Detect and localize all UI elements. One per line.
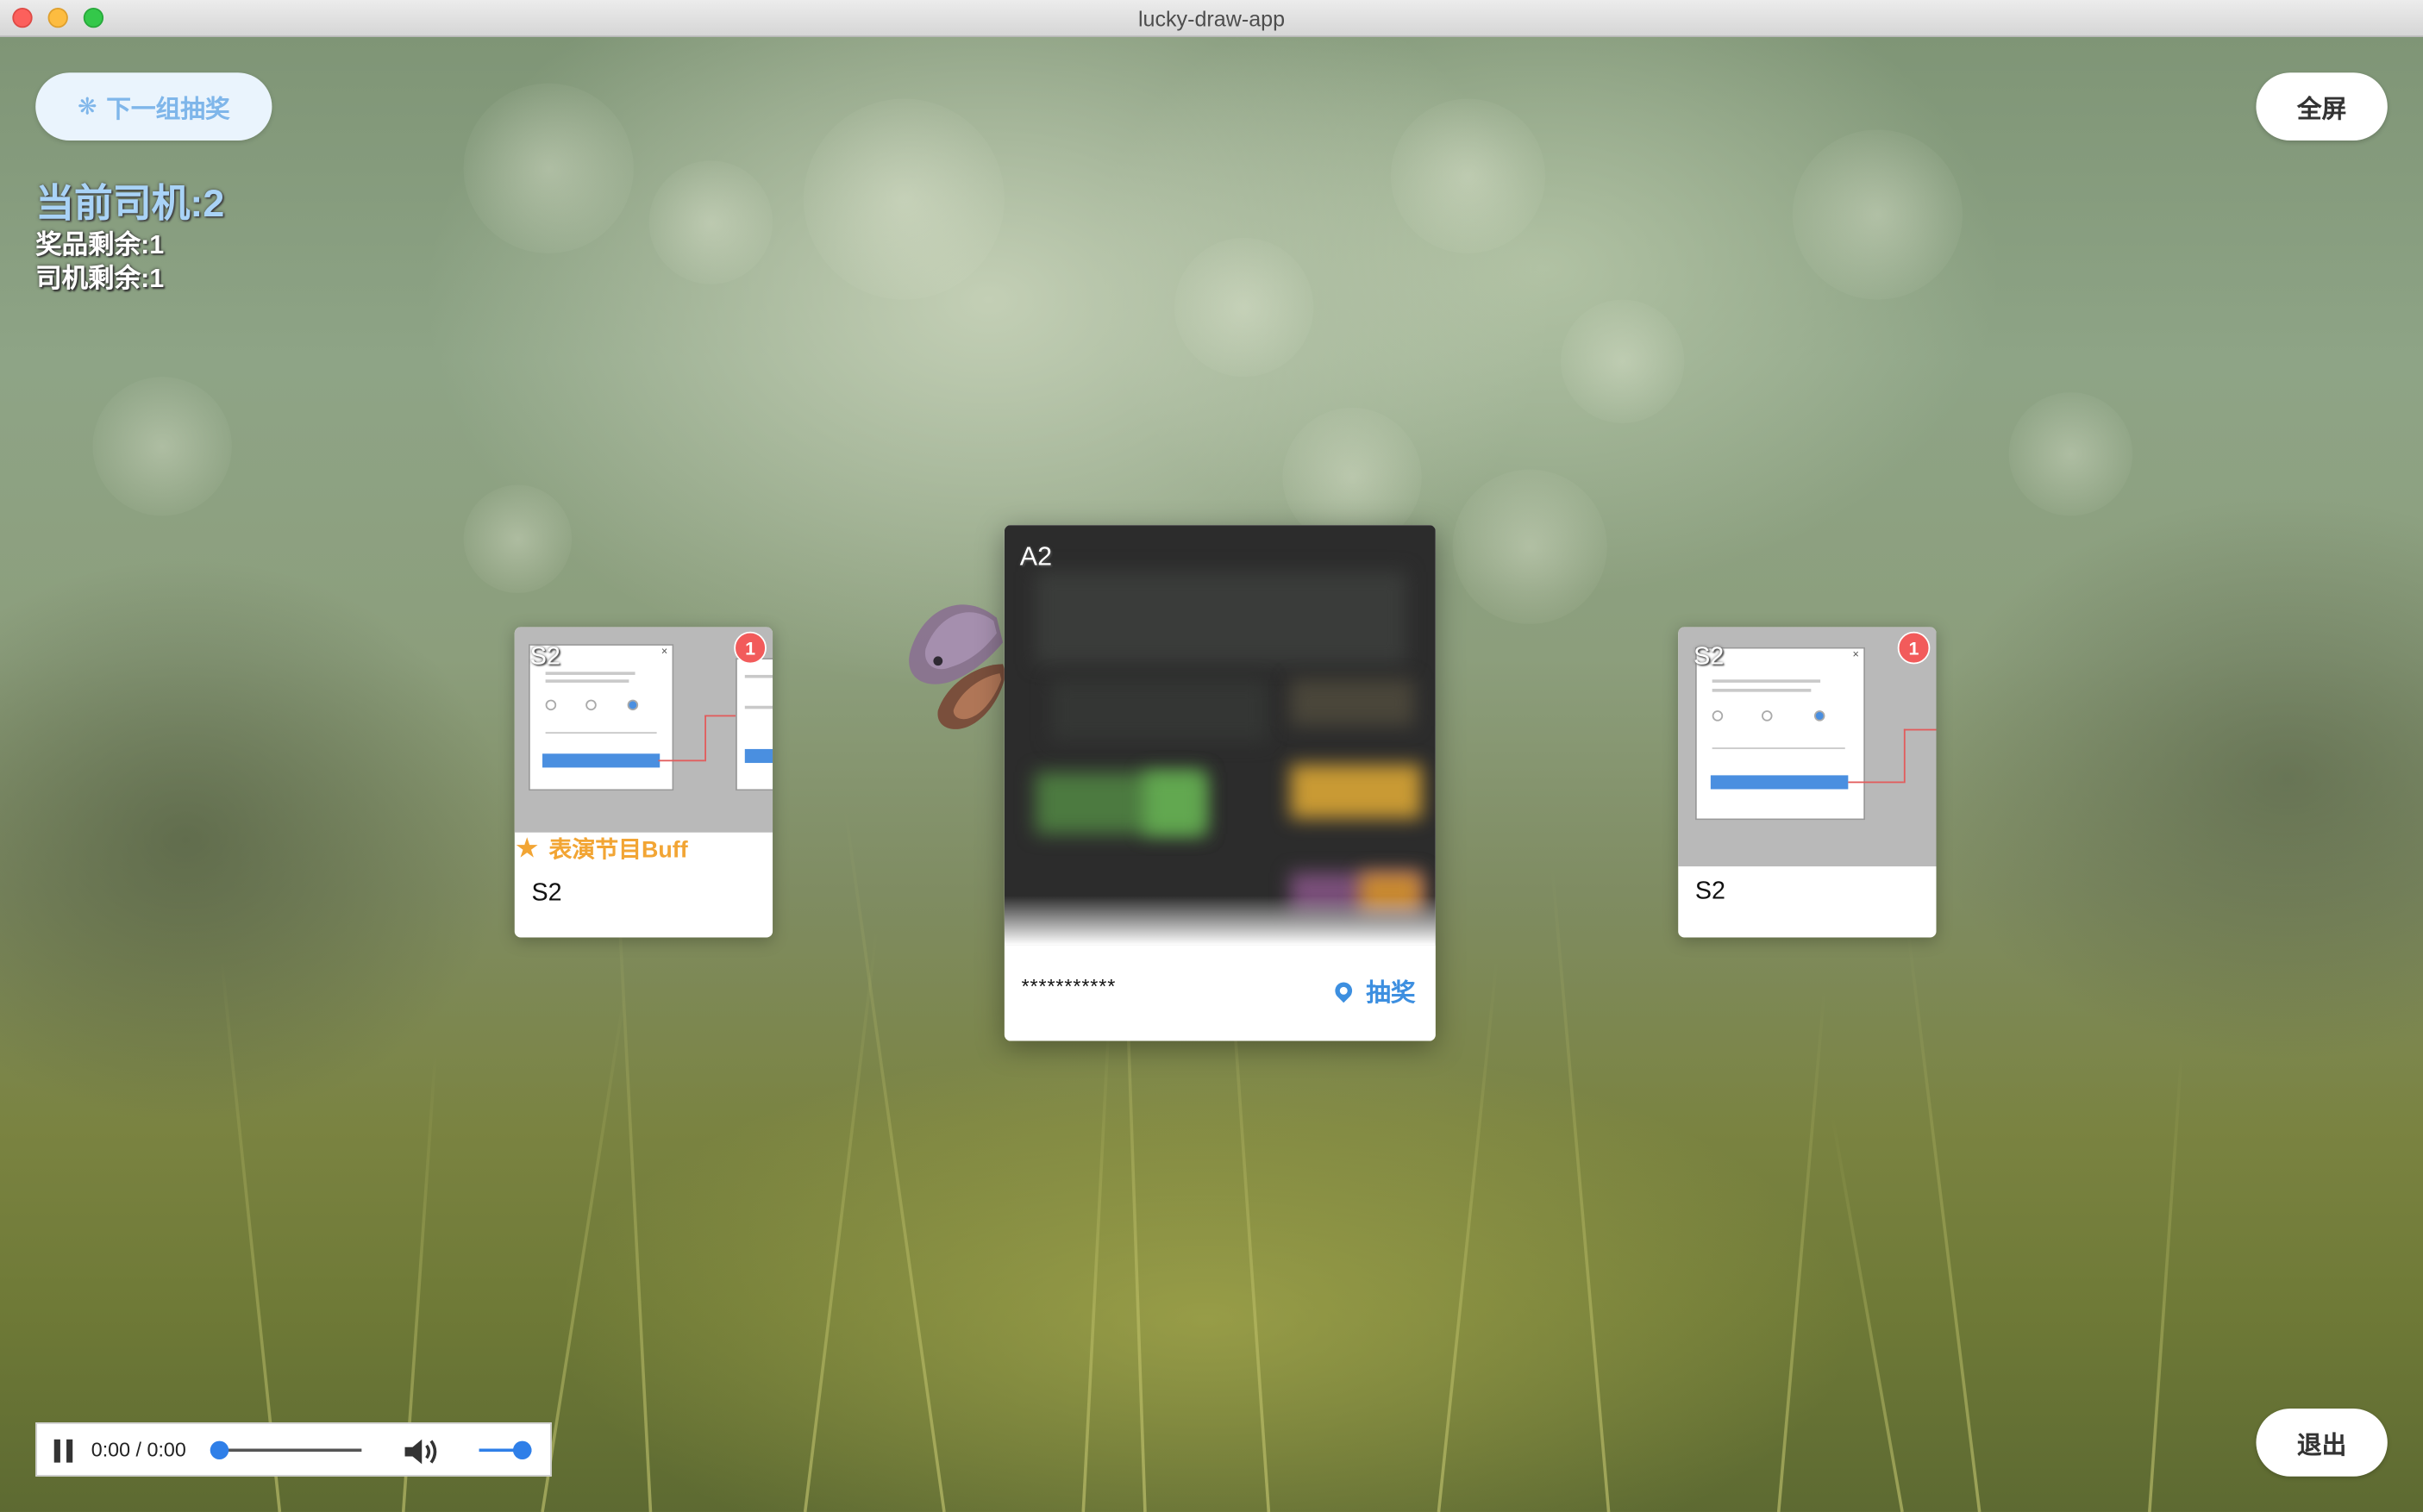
- location-pin-icon: [1331, 978, 1356, 1003]
- bokeh-light: [803, 98, 1005, 300]
- fullscreen-button[interactable]: 全屏: [2256, 72, 2388, 141]
- card-corner-label: S2: [529, 644, 560, 671]
- grass-blade: [615, 864, 653, 1512]
- candidate-card-right[interactable]: × S2 1 S2: [1678, 627, 1937, 938]
- close-icon: ×: [661, 647, 668, 659]
- bokeh-light: [1390, 98, 1546, 253]
- grass-blade: [1776, 988, 1826, 1512]
- app-window: lucky-draw-app ❋ 下一组抽奖 全屏 当前司机:2 奖品剩余:1 …: [0, 0, 2423, 1512]
- window-title: lucky-draw-app: [1137, 6, 1286, 31]
- draw-label: 抽奖: [1366, 980, 1416, 1008]
- notification-badge: 1: [1897, 631, 1931, 665]
- candidate-card-center[interactable]: A2 *********** 抽奖: [1004, 525, 1436, 1041]
- bokeh-light: [648, 160, 773, 284]
- bokeh-light: [2008, 392, 2133, 516]
- bokeh-light: [463, 484, 573, 593]
- grass-blade: [541, 993, 627, 1512]
- seek-handle[interactable]: [210, 1440, 229, 1460]
- prizes-remaining-text: 奖品剩余:1: [35, 229, 165, 259]
- next-group-draw-button[interactable]: ❋ 下一组抽奖: [35, 72, 272, 141]
- pause-icon[interactable]: [53, 1439, 74, 1463]
- playback-time: 0:00 / 0:00: [91, 1437, 186, 1461]
- card-corner-label: A2: [1019, 541, 1053, 572]
- thumbnail-dialog: [736, 658, 773, 791]
- audio-player: 0:00 / 0:00: [35, 1422, 552, 1477]
- grass-blade: [1831, 1115, 1904, 1512]
- grass-blade: [1550, 865, 1611, 1512]
- bokeh-light: [92, 377, 232, 516]
- card-name: S2: [1694, 878, 1726, 905]
- grass-blade: [1437, 959, 1499, 1512]
- bokeh-light: [1452, 469, 1607, 624]
- spinner-icon: ❋: [77, 94, 97, 121]
- draw-button[interactable]: 抽奖: [1331, 972, 1416, 1009]
- draw-status: 当前司机:2 奖品剩余:1 司机剩余:1: [35, 179, 224, 297]
- candidate-card-left[interactable]: × S2 1 ★ 表演节目Buff S2: [514, 627, 773, 938]
- grass-blade: [1081, 1003, 1112, 1512]
- title-bar: lucky-draw-app: [0, 0, 2423, 37]
- star-icon: ★: [514, 832, 540, 864]
- exit-button[interactable]: 退出: [2256, 1408, 2388, 1477]
- bokeh-light: [463, 83, 634, 253]
- bokeh-light: [1792, 129, 1963, 300]
- notification-badge: 1: [734, 631, 767, 665]
- bokeh-light: [1561, 299, 1685, 423]
- speaker-icon[interactable]: [404, 1436, 441, 1467]
- current-driver-text: 当前司机:2: [35, 182, 225, 226]
- close-icon: ×: [1852, 650, 1859, 661]
- card-blurred-image: [1004, 525, 1436, 946]
- next-group-label: 下一组抽奖: [106, 97, 230, 124]
- butterfly-image: [909, 604, 1006, 729]
- thumbnail-dialog: ×: [1694, 647, 1866, 821]
- grass-blade: [1906, 929, 1982, 1512]
- drivers-remaining-text: 司机剩余:1: [35, 264, 165, 294]
- grass-blade: [803, 929, 879, 1512]
- card-corner-label: S2: [1694, 644, 1725, 671]
- grass-blade: [2148, 1049, 2184, 1512]
- grass-blade: [843, 808, 946, 1512]
- buff-tag: ★ 表演节目Buff: [515, 833, 688, 865]
- volume-handle[interactable]: [512, 1440, 532, 1460]
- seek-bar[interactable]: [219, 1448, 362, 1453]
- masked-id-text: ***********: [1021, 974, 1117, 998]
- card-name: S2: [531, 880, 562, 907]
- buff-label: 表演节目Buff: [548, 837, 688, 864]
- bokeh-light: [1174, 237, 1314, 378]
